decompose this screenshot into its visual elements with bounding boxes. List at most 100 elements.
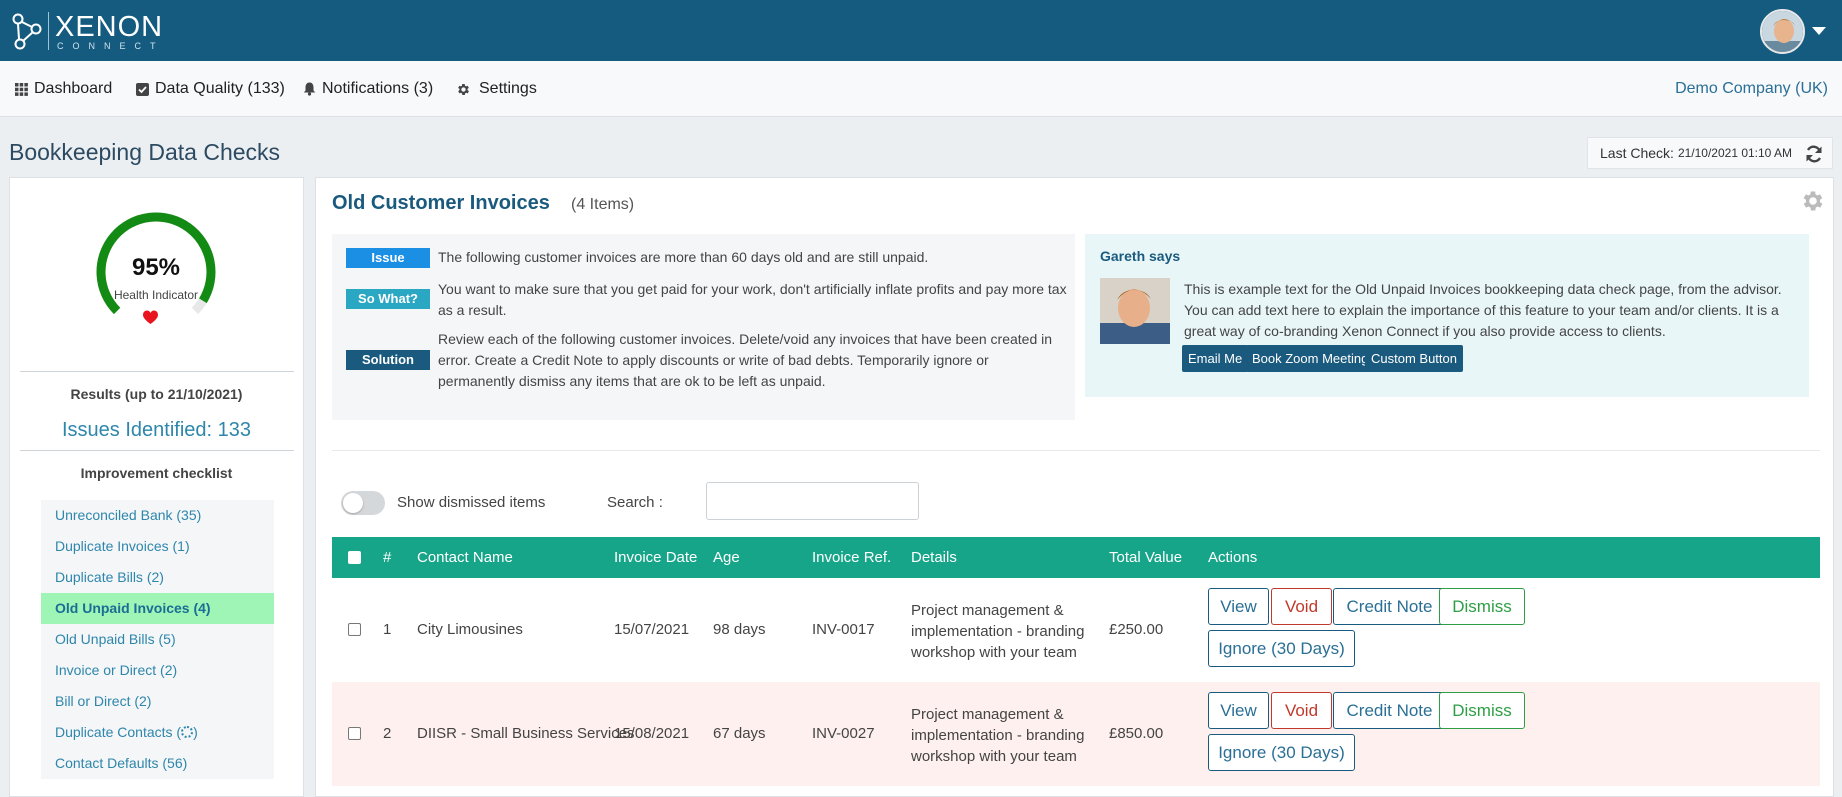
show-dismissed-toggle[interactable] (341, 491, 385, 515)
solution-tag: Solution (346, 350, 430, 370)
invoice-details: Project management & implementation - br… (911, 602, 1085, 661)
contact-name: City Limousines (417, 621, 523, 638)
info-row-solution: Solution Review each of the following cu… (346, 331, 1068, 392)
invoices-table: # Contact Name Invoice Date Age Invoice … (332, 537, 1820, 786)
bell-icon (303, 82, 316, 96)
column-header-total-value[interactable]: Total Value (1109, 549, 1182, 566)
search-label: Search : (607, 494, 663, 511)
nav-item-dashboard[interactable]: Dashboard (15, 80, 112, 98)
info-row-so-what: So What? You want to make sure that you … (346, 281, 1068, 321)
health-indicator-label: Health Indicator (113, 288, 199, 302)
ignore-30-days-button[interactable]: Ignore (30 Days) (1208, 630, 1355, 667)
view-button[interactable]: View (1208, 692, 1269, 729)
heart-icon (143, 310, 158, 324)
column-header-actions: Actions (1208, 549, 1258, 566)
invoice-age: 67 days (713, 725, 766, 742)
credit-note-button[interactable]: Credit Note (1333, 588, 1446, 625)
so-what-tag: So What? (346, 289, 430, 309)
company-selector[interactable]: Demo Company (UK) (1675, 80, 1828, 98)
logo-title: XENON (55, 10, 164, 43)
invoice-age: 98 days (713, 621, 766, 638)
checklist-item-old-unpaid-invoices[interactable]: Old Unpaid Invoices (4) (41, 593, 274, 624)
checklist-title: Improvement checklist (80, 465, 233, 481)
checklist-item-contact-defaults[interactable]: Contact Defaults (56) (41, 748, 274, 779)
book-zoom-meeting-button[interactable]: Book Zoom Meeting (1246, 345, 1375, 372)
nav-item-label: Dashboard (34, 80, 113, 97)
nav-item-notifications[interactable]: Notifications (3) (303, 80, 433, 98)
checklist-item-old-unpaid-bills[interactable]: Old Unpaid Bills (5) (41, 624, 274, 655)
grid-icon (15, 82, 28, 96)
void-button[interactable]: Void (1271, 588, 1332, 625)
page-title: Bookkeeping Data Checks (9, 139, 281, 165)
logo[interactable]: XENON CONNECT (12, 11, 165, 51)
column-header-age[interactable]: Age (713, 549, 740, 566)
advisor-photo-icon (1100, 278, 1170, 344)
checklist-item-suffix: ) (193, 724, 198, 740)
checklist-item-duplicate-bills[interactable]: Duplicate Bills (2) (41, 562, 274, 593)
user-menu-chevron-down-icon[interactable] (1812, 27, 1826, 35)
table-header: # Contact Name Invoice Date Age Invoice … (332, 537, 1820, 578)
divider (20, 371, 294, 372)
solution-text: Review each of the following customer in… (438, 331, 1053, 389)
nav-item-settings[interactable]: Settings (456, 80, 537, 98)
user-photo-icon (1762, 11, 1803, 52)
main-panel: Old Customer Invoices (4 Items) Issue Th… (315, 177, 1834, 797)
issues-identified: Issues Identified: 133 (61, 419, 251, 441)
last-check-value: 21/10/2021 01:10 AM (1677, 146, 1793, 160)
column-header-details[interactable]: Details (911, 549, 957, 566)
health-percent: 95% (131, 254, 181, 281)
row-number: 1 (383, 621, 392, 638)
results-label: Results (up to 21/10/2021) (70, 386, 243, 402)
show-dismissed-label: Show dismissed items (397, 494, 546, 511)
column-header-invoice-ref[interactable]: Invoice Ref. (812, 549, 891, 566)
invoice-date: 15/08/2021 (614, 725, 690, 742)
table-row: 1 City Limousines 15/07/2021 98 days INV… (332, 578, 1820, 682)
health-gauge: 95% Health Indicator (86, 202, 226, 352)
view-button[interactable]: View (1208, 588, 1269, 625)
column-header-contact-name[interactable]: Contact Name (417, 549, 513, 566)
total-value: £250.00 (1109, 621, 1164, 638)
checklist-item-duplicate-invoices[interactable]: Duplicate Invoices (1) (41, 531, 274, 562)
nav-bar: Dashboard Data Quality (133) Notificatio… (0, 61, 1842, 117)
gear-icon (458, 83, 469, 95)
refresh-icon[interactable] (1804, 144, 1824, 164)
divider (20, 450, 294, 451)
dismiss-button[interactable]: Dismiss (1439, 588, 1525, 625)
nav-item-label: Notifications (3) (322, 80, 434, 97)
checklist-item-bill-or-direct[interactable]: Bill or Direct (2) (41, 686, 274, 717)
checklist-item-label: Duplicate Contacts ( (55, 724, 182, 740)
checklist-item-duplicate-contacts[interactable]: Duplicate Contacts () (41, 717, 274, 748)
health-panel: 95% Health Indicator Results (up to 21/1… (9, 177, 304, 797)
row-checkbox[interactable] (348, 727, 361, 740)
nav-item-data-quality[interactable]: Data Quality (133) (136, 80, 285, 98)
checklist-item-invoice-or-direct[interactable]: Invoice or Direct (2) (41, 655, 274, 686)
custom-button[interactable]: Custom Button (1365, 345, 1463, 372)
logo-divider (48, 12, 49, 50)
credit-note-button[interactable]: Credit Note (1333, 692, 1446, 729)
void-button[interactable]: Void (1271, 692, 1332, 729)
divider (332, 450, 1820, 451)
network-logo-icon (12, 13, 42, 50)
settings-gear-icon[interactable] (1800, 188, 1826, 214)
email-me-button[interactable]: Email Me (1182, 345, 1249, 372)
so-what-text: You want to make sure that you get paid … (438, 281, 1067, 318)
row-checkbox[interactable] (348, 623, 361, 636)
total-value: £850.00 (1109, 725, 1164, 742)
top-bar: XENON CONNECT (0, 0, 1842, 61)
advisor-title: Gareth says (1100, 248, 1181, 264)
select-all-checkbox[interactable] (348, 551, 361, 564)
nav-item-label: Settings (479, 80, 537, 97)
last-check-label: Last Check: (1600, 145, 1674, 161)
issue-text: The following customer invoices are more… (438, 249, 929, 265)
ignore-30-days-button[interactable]: Ignore (30 Days) (1208, 734, 1355, 771)
info-row-issue: Issue The following customer invoices ar… (346, 248, 1068, 268)
user-avatar[interactable] (1760, 9, 1805, 54)
table-row: 2 DIISR - Small Business Services 15/08/… (332, 682, 1820, 786)
invoice-details: Project management & implementation - br… (911, 706, 1085, 765)
invoice-ref: INV-0017 (812, 621, 875, 638)
column-header-invoice-date[interactable]: Invoice Date (614, 549, 697, 566)
search-input[interactable] (706, 482, 919, 520)
checklist-item-unreconciled-bank[interactable]: Unreconciled Bank (35) (41, 500, 274, 531)
logo-subtitle: CONNECT (57, 40, 165, 51)
dismiss-button[interactable]: Dismiss (1439, 692, 1525, 729)
